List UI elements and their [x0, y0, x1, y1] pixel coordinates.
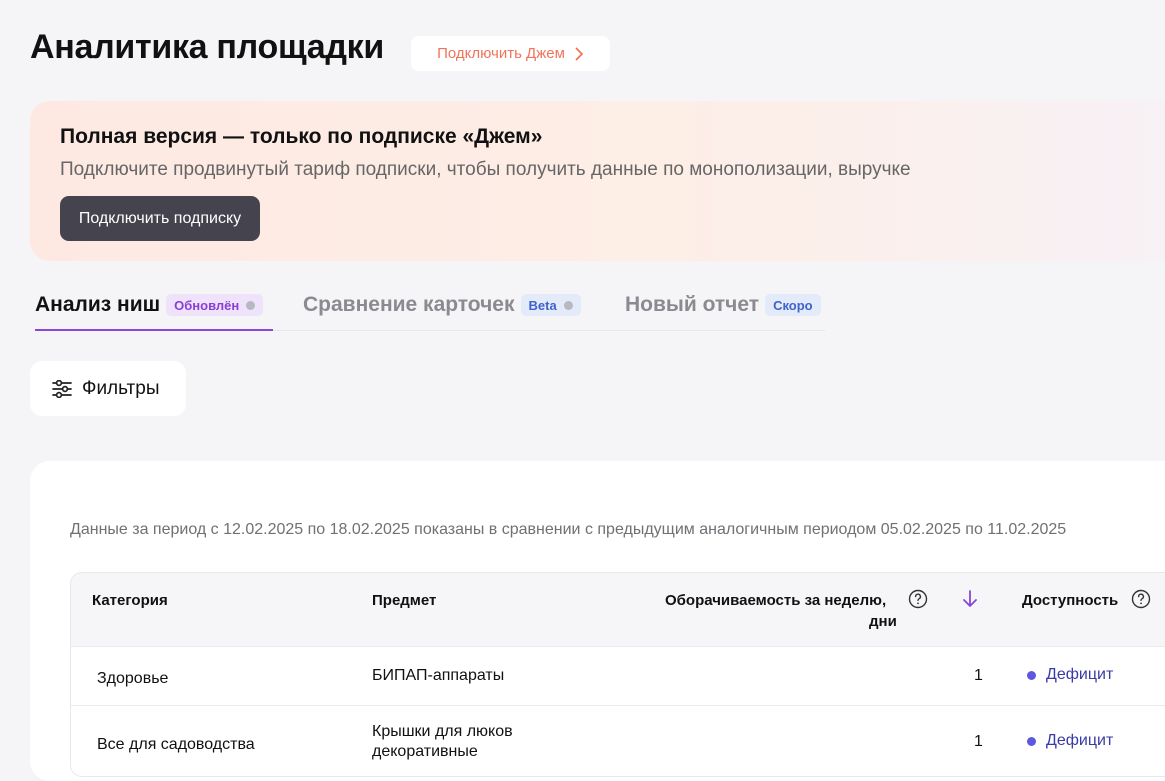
column-header-category[interactable]: Категория	[92, 592, 168, 609]
cell-category: Все для садоводства	[97, 736, 255, 753]
connect-jem-label: Подключить Джем	[437, 45, 565, 62]
tab-niche-analysis[interactable]: Анализ ниш Обновлён	[35, 280, 273, 331]
status-dot-icon	[1027, 736, 1036, 746]
column-header-availability[interactable]: Доступность	[1022, 592, 1118, 609]
promo-description: Подключите продвинутый тариф подписки, ч…	[60, 159, 911, 180]
badge-dot-icon	[246, 300, 256, 310]
tab-badge-label: Скоро	[773, 297, 813, 313]
tab-new-report[interactable]: Новый отчет Скоро	[625, 280, 821, 330]
chevron-right-icon	[575, 47, 583, 60]
status-dot-icon	[1027, 670, 1036, 680]
connect-subscription-button[interactable]: Подключить подписку	[60, 196, 260, 241]
subscription-promo-banner: Полная версия — только по подписке «Джем…	[30, 101, 1165, 261]
cell-turnover: 1	[974, 667, 983, 684]
availability-label: Дефицит	[1046, 732, 1114, 749]
cell-turnover: 1	[974, 733, 983, 750]
tab-badge-updated: Обновлён	[166, 294, 264, 316]
column-header-subject[interactable]: Предмет	[372, 592, 436, 609]
report-card: Данные за период с 12.02.2025 по 18.02.2…	[30, 461, 1165, 781]
tab-label: Сравнение карточек	[303, 293, 515, 316]
tab-card-comparison[interactable]: Сравнение карточек Beta	[303, 280, 581, 330]
filters-label: Фильтры	[82, 377, 160, 399]
tab-badge-beta: Beta	[520, 294, 581, 316]
cell-category: Здоровье	[97, 670, 169, 687]
connect-jem-link[interactable]: Подключить Джем	[411, 36, 610, 71]
table-header: Категория Предмет Оборачиваемость за нед…	[71, 573, 1165, 646]
help-icon[interactable]	[908, 589, 928, 609]
cell-subject: Крышки для люков декоративные	[372, 723, 513, 760]
sliders-icon	[52, 379, 72, 398]
column-header-turnover[interactable]: Оборачиваемость за неделю,	[665, 592, 886, 609]
availability-status[interactable]: Дефицит	[1027, 732, 1113, 750]
tab-badge-soon: Скоро	[765, 294, 821, 316]
filters-button[interactable]: Фильтры	[30, 361, 186, 416]
period-note: Данные за период с 12.02.2025 по 18.02.2…	[70, 521, 1067, 538]
promo-title: Полная версия — только по подписке «Джем…	[60, 125, 543, 148]
sort-descending-arrow-icon[interactable]	[961, 589, 979, 609]
help-icon[interactable]	[1131, 589, 1151, 609]
tab-badge-label: Обновлён	[174, 297, 240, 313]
availability-status[interactable]: Дефицит	[1027, 666, 1113, 684]
tab-label: Новый отчет	[625, 293, 760, 316]
tab-label: Анализ ниш	[35, 293, 161, 316]
badge-dot-icon	[563, 300, 573, 310]
availability-label: Дефицит	[1046, 666, 1114, 683]
cell-subject: БИПАП-аппараты	[372, 667, 505, 684]
niche-table: Категория Предмет Оборачиваемость за нед…	[70, 572, 1165, 777]
report-tabs: Анализ ниш Обновлён Сравнение карточек B…	[35, 280, 825, 331]
table-row[interactable]: Здоровье БИПАП-аппараты 1 Дефицит	[71, 646, 1165, 705]
page-title: Аналитика площадки	[30, 28, 384, 66]
table-row[interactable]: Все для садоводства Крышки для люков дек…	[71, 705, 1165, 776]
tab-badge-label: Beta	[528, 297, 557, 313]
column-header-turnover-unit: дни	[869, 613, 897, 630]
